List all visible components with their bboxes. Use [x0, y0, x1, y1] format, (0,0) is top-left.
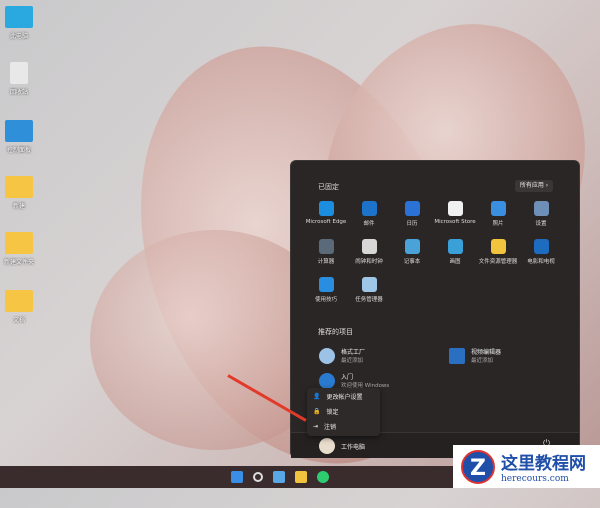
file-explorer-icon[interactable]: [295, 471, 307, 483]
pinned-app[interactable]: 照片: [475, 201, 521, 227]
app-icon: [533, 201, 549, 216]
menu-item-label: 锁定: [326, 408, 339, 416]
user-name: 工作电脑: [341, 443, 366, 451]
user-context-menu: 👤 更改帐户设置 🔒 锁定 ⇥ 注销: [307, 388, 380, 436]
menu-item-sign-out[interactable]: ⇥ 注销: [307, 419, 380, 433]
desktop-icon-label: 新建文件夹: [4, 259, 35, 266]
user-account-button[interactable]: 工作电脑: [319, 438, 365, 454]
app-icon: [404, 239, 420, 254]
all-apps-button[interactable]: 所有应用 ›: [515, 180, 553, 192]
watermark: Z 这里教程网 herecours.com: [453, 445, 600, 488]
app-label: 记事本: [403, 259, 421, 265]
app-label: 电影和电视: [527, 259, 555, 265]
app-icon: [361, 201, 377, 216]
desktop-icon-folder[interactable]: 新建文件夹: [4, 232, 34, 266]
format-factory-icon: [319, 347, 335, 364]
task-view-icon[interactable]: [273, 471, 285, 483]
app-label: 使用技巧: [314, 297, 337, 303]
pinned-app[interactable]: 画图: [432, 239, 478, 265]
item-name: 入门: [341, 374, 354, 381]
start-button-icon[interactable]: [231, 471, 243, 483]
pinned-app[interactable]: Microsoft Edge: [303, 201, 349, 225]
watermark-logo: Z: [461, 449, 495, 484]
app-icon: [318, 201, 334, 216]
sign-out-icon: ⇥: [313, 422, 319, 430]
desktop-icon-label: 此电脑: [9, 33, 28, 40]
app-icon: [318, 277, 334, 292]
app-icon: [447, 239, 463, 254]
app-label: Microsoft Store: [434, 219, 476, 225]
menu-item-change-account-settings[interactable]: 👤 更改帐户设置: [307, 389, 380, 403]
menu-item-label: 注销: [324, 423, 337, 431]
app-label: 设置: [535, 221, 547, 227]
app-icon: [404, 201, 420, 216]
app-label: 任务管理器: [355, 297, 383, 303]
pinned-app[interactable]: Microsoft Store: [432, 201, 478, 225]
desktop-icon-folder[interactable]: 新建: [4, 176, 34, 210]
lock-icon: 🔒: [313, 407, 321, 415]
desktop-icon-label: 文档: [12, 317, 25, 324]
menu-item-label: 更改帐户设置: [326, 393, 363, 401]
recommended-item[interactable]: 视频编辑器 最近添加: [449, 347, 501, 364]
app-label: 闹钟和时钟: [355, 259, 383, 265]
app-label: 画图: [449, 259, 461, 265]
pinned-app[interactable]: 日历: [389, 201, 435, 227]
pinned-app[interactable]: 电影和电视: [518, 239, 564, 265]
recommended-item[interactable]: 格式工厂 最近添加: [319, 347, 365, 364]
pinned-app[interactable]: 计算器: [303, 239, 349, 265]
all-apps-label: 所有应用: [519, 182, 544, 189]
app-label: 计算器: [317, 259, 335, 265]
pinned-app[interactable]: 闹钟和时钟: [346, 239, 392, 265]
item-name: 格式工厂: [341, 349, 366, 356]
pinned-app[interactable]: 记事本: [389, 239, 435, 265]
pinned-app[interactable]: 文件资源管理器: [475, 239, 521, 265]
app-label: 日历: [406, 221, 418, 227]
app-icon: [318, 239, 334, 254]
app-icon: [490, 239, 506, 254]
avatar: [319, 438, 335, 454]
desktop-icon-label: 新建: [12, 203, 25, 210]
desktop-icon-control-panel[interactable]: 控制面板: [4, 120, 34, 154]
pinned-app[interactable]: 使用技巧: [303, 277, 349, 303]
pinned-app[interactable]: 任务管理器: [346, 277, 392, 303]
app-icon: [361, 277, 377, 292]
watermark-url: herecours.com: [501, 474, 569, 484]
desktop-icon-this-pc[interactable]: 此电脑: [4, 6, 34, 40]
menu-item-lock[interactable]: 🔒 锁定: [307, 404, 380, 418]
pinned-heading: 已固定: [318, 183, 339, 191]
pinned-app[interactable]: 邮件: [346, 201, 392, 227]
app-label: Microsoft Edge: [305, 219, 347, 225]
desktop-icon-folder[interactable]: 文档: [4, 290, 34, 324]
app-icon: [447, 201, 463, 216]
app-icon: [361, 239, 377, 254]
recommended-heading: 推荐的项目: [318, 328, 353, 336]
desktop-icon-recycle-bin[interactable]: 回收站: [4, 62, 34, 96]
app-icon: [533, 239, 549, 254]
app-label: 邮件: [363, 221, 375, 227]
desktop-icon-label: 回收站: [9, 89, 28, 96]
app-icon: [490, 201, 506, 216]
item-sub: 最近添加: [341, 358, 364, 364]
person-gear-icon: 👤: [313, 392, 321, 400]
desktop-icon-label: 控制面板: [6, 147, 31, 154]
get-started-icon: [319, 372, 335, 389]
recommended-item[interactable]: 入门 欢迎使用 Windows: [319, 372, 389, 389]
watermark-title: 这里教程网: [501, 454, 586, 474]
search-icon[interactable]: [253, 472, 263, 482]
app-label: 文件资源管理器: [478, 259, 518, 265]
pinned-app[interactable]: 设置: [518, 201, 564, 227]
item-sub: 最近添加: [471, 358, 494, 364]
item-name: 视频编辑器: [471, 349, 502, 356]
video-editor-icon: [449, 347, 465, 364]
app-label: 照片: [492, 221, 504, 227]
app-icon[interactable]: [317, 471, 329, 483]
